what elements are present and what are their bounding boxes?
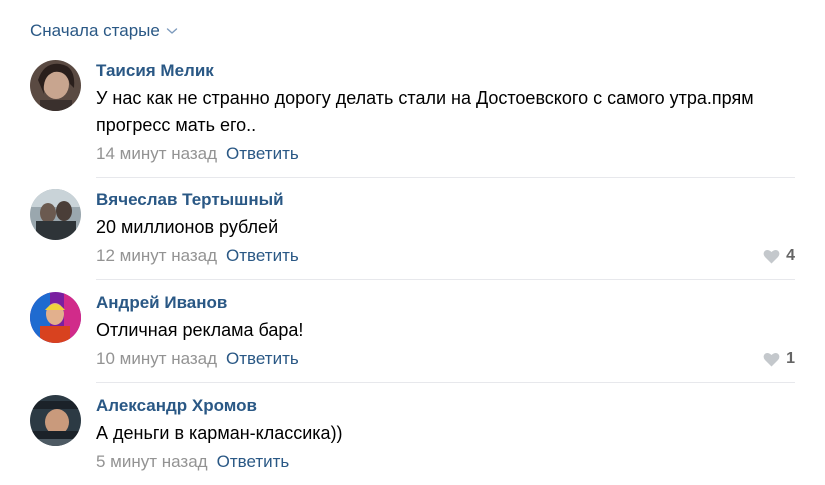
comments-page: Сначала старые Таисия Мелик У нас как не…	[0, 0, 825, 485]
reply-button[interactable]: Ответить	[217, 452, 290, 471]
comment-body: Андрей Иванов Отличная реклама бара! 10 …	[96, 292, 795, 370]
like-count: 4	[786, 247, 795, 264]
sort-label: Сначала старые	[30, 21, 160, 40]
comment-meta: 12 минут назад Ответить 4	[96, 245, 795, 267]
comment-text: У нас как не странно дорогу делать стали…	[96, 88, 754, 135]
comment-meta: 5 минут назад Ответить	[96, 451, 795, 473]
avatar[interactable]	[30, 189, 81, 240]
comment-author[interactable]: Андрей Иванов	[96, 292, 795, 314]
comment-body: Вячеслав Тертышный 20 миллионов рублей 1…	[96, 189, 795, 267]
comment-time[interactable]: 14 минут назад	[96, 144, 217, 163]
like-count: 1	[786, 350, 795, 367]
divider	[96, 177, 795, 178]
comment-meta: 10 минут назад Ответить 1	[96, 348, 795, 370]
like-button[interactable]: 4	[763, 245, 795, 267]
chevron-down-icon	[166, 28, 178, 34]
comment-text: Отличная реклама бара!	[96, 320, 304, 340]
reply-button[interactable]: Ответить	[226, 349, 299, 368]
comment-author[interactable]: Александр Хромов	[96, 395, 795, 417]
avatar[interactable]	[30, 60, 81, 111]
comment-text: А деньги в карман-классика))	[96, 423, 343, 443]
comment-time[interactable]: 12 минут назад	[96, 246, 217, 265]
comment-time[interactable]: 10 минут назад	[96, 349, 217, 368]
comment-author[interactable]: Вячеслав Тертышный	[96, 189, 795, 211]
divider	[96, 382, 795, 383]
comment-body: Таисия Мелик У нас как не странно дорогу…	[96, 60, 795, 165]
comment-meta: 14 минут назад Ответить	[96, 143, 795, 165]
reply-button[interactable]: Ответить	[226, 246, 299, 265]
heart-icon	[763, 352, 780, 366]
like-button[interactable]: 1	[763, 348, 795, 370]
heart-icon	[763, 249, 780, 263]
divider	[96, 279, 795, 280]
avatar[interactable]	[30, 292, 81, 343]
comment-author[interactable]: Таисия Мелик	[96, 60, 795, 82]
comment-text: 20 миллионов рублей	[96, 217, 279, 237]
reply-button[interactable]: Ответить	[226, 144, 299, 163]
comment-body: Александр Хромов А деньги в карман-класс…	[96, 395, 795, 473]
sort-dropdown[interactable]: Сначала старые	[30, 21, 178, 41]
avatar[interactable]	[30, 395, 81, 446]
comment-time[interactable]: 5 минут назад	[96, 452, 208, 471]
